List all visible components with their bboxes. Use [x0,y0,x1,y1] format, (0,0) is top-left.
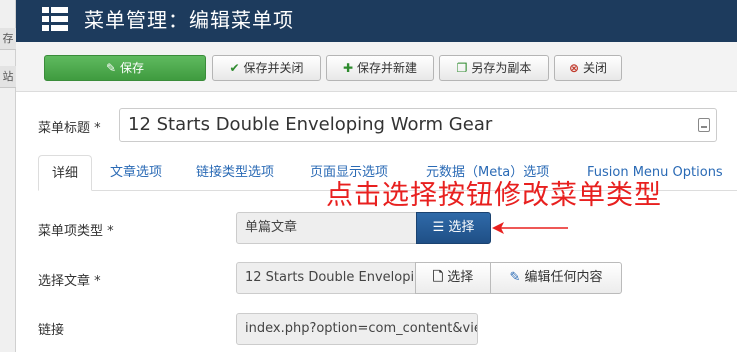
save-copy-label: 另存为副本 [471,61,532,75]
file-icon: 🗋 [432,270,444,285]
save-label: 保存 [120,61,145,75]
tab-article-options[interactable]: 文章选项 [110,155,162,191]
select-article-button[interactable]: 🗋 选择 [415,262,491,294]
plus-icon: ✚ [342,61,354,75]
edit-icon: ✎ [105,61,117,75]
article-field: 12 Starts Double Envelopi [236,262,416,294]
list-icon-small: ☰ [432,220,445,235]
save-button[interactable]: ✎ 保存 [44,55,206,81]
save-close-label: 保存并关闭 [243,61,304,75]
tab-link-type-options[interactable]: 链接类型选项 [196,155,274,191]
save-close-button[interactable]: ✔ 保存并关闭 [212,55,321,81]
select-label: 选择 [448,220,475,235]
title-label: 菜单标题 * [38,121,101,136]
link-label: 链接 [38,323,65,338]
save-new-label: 保存并新建 [357,61,418,75]
save-copy-button[interactable]: ❐ 另存为副本 [439,55,549,81]
left-edge-strip: 存 站 [0,0,16,352]
close-label: 关闭 [583,61,608,75]
save-new-button[interactable]: ✚ 保存并新建 [326,55,434,81]
copy-icon: ❐ [456,61,468,75]
list-icon [42,7,68,31]
edit-content-button[interactable]: ✎ 编辑任何内容 [490,262,622,294]
select-menu-type-button[interactable]: ☰ 选择 [416,212,491,244]
close-circle-icon: ⊗ [568,61,580,75]
page-title: 菜单管理：编辑菜单项 [84,8,294,32]
article-label: 选择文章 * [38,274,101,289]
select-article-label: 选择 [447,270,474,285]
menu-type-field: 单篇文章 [236,212,417,244]
title-value: 12 Starts Double Enveloping Worm Gear [128,114,493,135]
stub-cell-1: 存 [0,28,16,50]
annotation-text: 点击选择按钮修改菜单类型 [326,180,662,211]
tab-details[interactable]: 详细 [38,155,93,191]
check-icon: ✔ [229,61,240,75]
stub-cell-2: 站 [0,66,16,88]
menu-type-label: 菜单项类型 * [38,224,114,239]
link-field: index.php?option=com_content&vie [236,313,478,345]
page-header: 菜单管理：编辑菜单项 [16,0,737,42]
annotation-arrow [492,222,568,234]
close-button[interactable]: ⊗ 关闭 [554,55,622,81]
edit-content-label: 编辑任何内容 [524,270,603,285]
edit-icon: ✎ [509,270,521,285]
title-input[interactable]: 12 Starts Double Enveloping Worm Gear [119,108,717,142]
input-addon-icon [698,118,710,132]
toolbar: ✎ 保存 ✔ 保存并关闭 ✚ 保存并新建 ❐ 另存为副本 ⊗ 关闭 [16,42,737,92]
